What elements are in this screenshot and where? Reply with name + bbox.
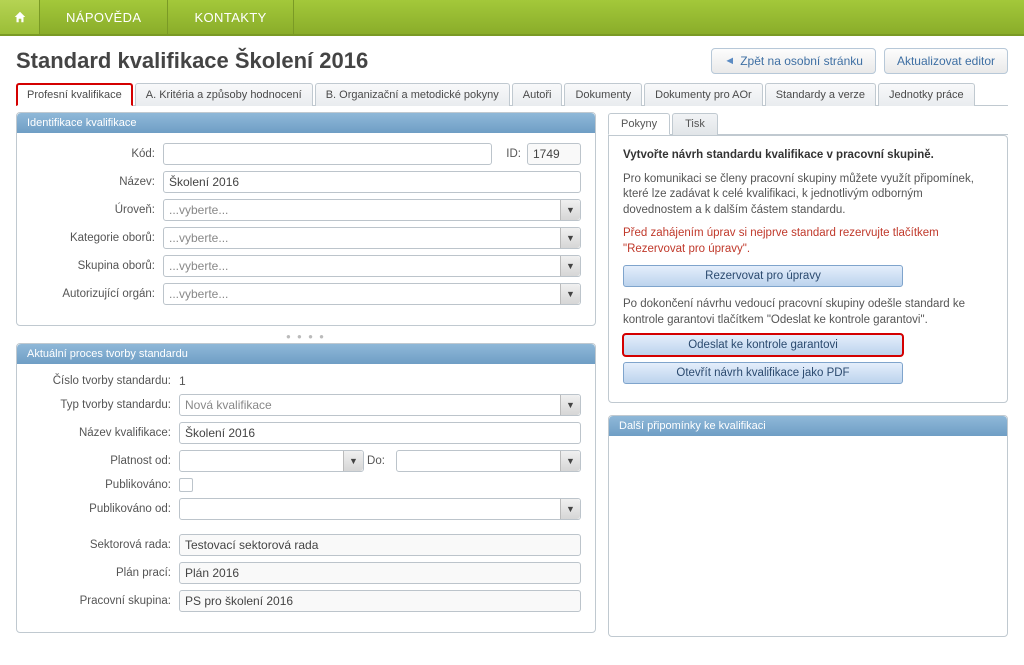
reserve-button[interactable]: Rezervovat pro úpravy [623, 265, 903, 287]
update-editor-button[interactable]: Aktualizovat editor [884, 48, 1008, 74]
nazev-input[interactable] [163, 171, 581, 193]
panel-identifikace: Identifikace kvalifikace Kód: ID: Název: [16, 112, 596, 326]
publikovano-od-label: Publikováno od: [31, 503, 179, 515]
open-pdf-button[interactable]: Otevřít návrh kvalifikace jako PDF [623, 362, 903, 384]
platnost-do-label: Do: [364, 455, 396, 467]
chevron-down-icon[interactable]: ▼ [560, 256, 580, 276]
main-tabs: Profesní kvalifikace A. Kritéria a způso… [16, 82, 1008, 106]
back-button-label: Zpět na osobní stránku [740, 54, 863, 68]
instr-text-1: Pro komunikaci se členy pracovní skupiny… [623, 172, 993, 219]
comments-panel: Další připomínky ke kvalifikaci [608, 415, 1008, 637]
warning-text: Před zahájením úprav si nejprve standard… [623, 226, 993, 257]
publikovano-od-input[interactable] [179, 498, 581, 520]
send-to-guarantor-button[interactable]: Odeslat ke kontrole garantovi [623, 334, 903, 356]
kategorie-oboru-label: Kategorie oborů: [31, 232, 163, 244]
plan-praci-input [179, 562, 581, 584]
publikovano-checkbox[interactable] [179, 478, 193, 492]
publikovano-label: Publikováno: [31, 479, 179, 491]
tab-kriteria[interactable]: A. Kritéria a způsoby hodnocení [135, 83, 313, 106]
pracovni-skupina-input [179, 590, 581, 612]
nazev-kvalifikace-label: Název kvalifikace: [31, 427, 179, 439]
arrow-left-icon: ◄ [724, 55, 735, 67]
comments-header: Další připomínky ke kvalifikaci [609, 416, 1007, 436]
chevron-down-icon[interactable]: ▼ [560, 200, 580, 220]
platnost-od-input[interactable] [179, 450, 364, 472]
typ-label: Typ tvorby standardu: [31, 399, 179, 411]
platnost-do-input[interactable] [396, 450, 581, 472]
autorizujici-organ-label: Autorizující orgán: [31, 288, 163, 300]
skupina-oboru-select[interactable] [163, 255, 581, 277]
platnost-od-label: Platnost od: [31, 455, 179, 467]
back-button[interactable]: ◄ Zpět na osobní stránku [711, 48, 876, 74]
tab-dokumenty[interactable]: Dokumenty [564, 83, 642, 106]
pracovni-skupina-label: Pracovní skupina: [31, 595, 179, 607]
tab-autori[interactable]: Autoři [512, 83, 563, 106]
id-input [527, 143, 581, 165]
tab-standardy-verze[interactable]: Standardy a verze [765, 83, 876, 106]
tab-profesni-kvalifikace[interactable]: Profesní kvalifikace [16, 83, 133, 106]
autorizujici-organ-select[interactable] [163, 283, 581, 305]
nazev-label: Název: [31, 176, 163, 188]
subtab-tisk[interactable]: Tisk [672, 113, 718, 135]
chevron-down-icon[interactable]: ▼ [560, 284, 580, 304]
sektorova-rada-input [179, 534, 581, 556]
panel-proces-header: Aktuální proces tvorby standardu [17, 344, 595, 364]
chevron-down-icon[interactable]: ▼ [560, 499, 580, 519]
resize-handle[interactable]: ● ● ● ● [16, 332, 596, 341]
cislo-value: 1 [179, 374, 186, 388]
instr-heading: Vytvořte návrh standardu kvalifikace v p… [623, 149, 934, 161]
comments-body [609, 436, 1007, 636]
chevron-down-icon[interactable]: ▼ [343, 451, 363, 471]
page-title: Standard kvalifikace Školení 2016 [16, 48, 368, 74]
nav-kontakty[interactable]: KONTAKTY [168, 0, 293, 34]
home-icon[interactable] [0, 0, 40, 34]
tab-organizacni[interactable]: B. Organizační a metodické pokyny [315, 83, 510, 106]
cislo-label: Číslo tvorby standardu: [31, 375, 179, 387]
plan-praci-label: Plán prací: [31, 567, 179, 579]
nav-napoveda[interactable]: NÁPOVĚDA [40, 0, 168, 34]
nazev-kvalifikace-input[interactable] [179, 422, 581, 444]
typ-select[interactable] [179, 394, 581, 416]
skupina-oboru-label: Skupina oborů: [31, 260, 163, 272]
tab-jednotky-prace[interactable]: Jednotky práce [878, 83, 975, 106]
panel-proces: Aktuální proces tvorby standardu Číslo t… [16, 343, 596, 633]
uroven-label: Úroveň: [31, 204, 163, 216]
uroven-select[interactable] [163, 199, 581, 221]
kod-input[interactable] [163, 143, 492, 165]
pokyny-panel: Vytvořte návrh standardu kvalifikace v p… [608, 135, 1008, 403]
right-subtabs: Pokyny Tisk [608, 112, 1008, 135]
instr-text-2: Po dokončení návrhu vedoucí pracovní sku… [623, 297, 993, 328]
chevron-down-icon[interactable]: ▼ [560, 228, 580, 248]
subtab-pokyny[interactable]: Pokyny [608, 113, 670, 135]
kategorie-oboru-select[interactable] [163, 227, 581, 249]
panel-identifikace-header: Identifikace kvalifikace [17, 113, 595, 133]
chevron-down-icon[interactable]: ▼ [560, 395, 580, 415]
top-nav: NÁPOVĚDA KONTAKTY [0, 0, 1024, 36]
chevron-down-icon[interactable]: ▼ [560, 451, 580, 471]
id-label: ID: [506, 148, 521, 160]
kod-label: Kód: [31, 148, 163, 160]
tab-dokumenty-aor[interactable]: Dokumenty pro AOr [644, 83, 763, 106]
sektorova-rada-label: Sektorová rada: [31, 539, 179, 551]
